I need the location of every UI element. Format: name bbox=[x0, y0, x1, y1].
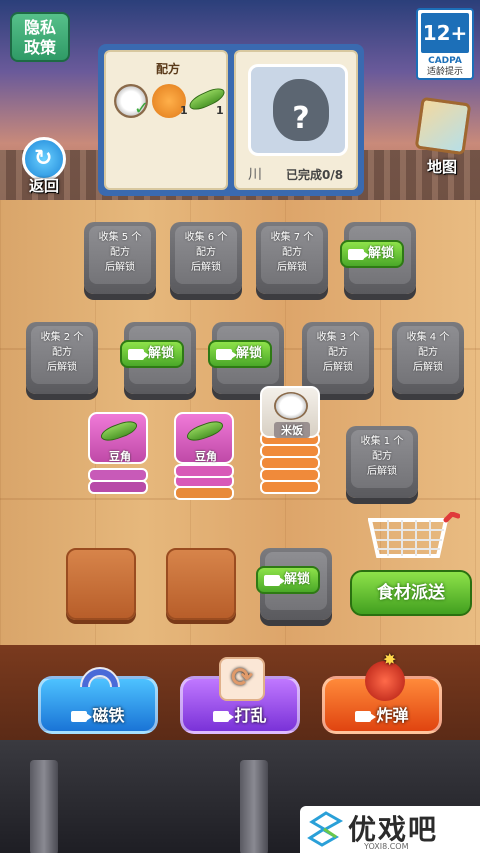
tile-label: 豆角 bbox=[109, 450, 131, 463]
table-leg bbox=[30, 760, 58, 853]
video-camera-icon bbox=[264, 574, 285, 586]
locked-slot-text: 收集 3 个 配方 后解锁 bbox=[316, 332, 360, 373]
unlock-video-button[interactable]: 解锁 bbox=[256, 566, 321, 594]
empty-wood-slot[interactable] bbox=[166, 548, 236, 620]
shuffle-icon: ⟳ bbox=[219, 657, 265, 701]
locked-slot: 收集 5 个 配方 后解锁 bbox=[84, 222, 156, 294]
pea-pod-icon bbox=[184, 417, 226, 445]
recipe-page: 配方 ✓ 1 1 bbox=[104, 50, 228, 190]
ingredient-qty: 1 bbox=[180, 104, 188, 117]
watermark: 优戏吧 YOXI8.COM bbox=[300, 806, 480, 853]
unlock-label: 解锁 bbox=[284, 572, 311, 587]
locked-slot: 收集 6 个 配方 后解锁 bbox=[170, 222, 242, 294]
rice-bowl-icon bbox=[274, 392, 308, 420]
shopping-cart-icon bbox=[368, 512, 460, 558]
recipe-book: 配方 ✓ 1 1 ? 川 已完成0/8 bbox=[98, 44, 364, 196]
video-camera-icon bbox=[71, 710, 93, 722]
locked-slot-text: 收集 2 个 配方 后解锁 bbox=[40, 332, 84, 373]
magnet-icon bbox=[80, 667, 120, 688]
locked-slot-text: 收集 6 个 配方 后解锁 bbox=[184, 232, 228, 273]
recipe-title: 配方 bbox=[155, 62, 180, 76]
age-rating: 12+ bbox=[421, 13, 469, 53]
mystery-dish-card: ? bbox=[248, 64, 348, 156]
magnet-label: 磁铁 bbox=[92, 706, 125, 725]
tile-stack[interactable]: 米饭 bbox=[260, 386, 320, 500]
video-camera-icon bbox=[355, 710, 377, 722]
privacy-policy-button[interactable]: 隐私 政策 bbox=[10, 12, 70, 62]
video-camera-icon bbox=[216, 348, 237, 360]
locked-slot-text: 收集 4 个 配方 后解锁 bbox=[406, 332, 450, 373]
age-rating-badge: 12+ CADPA 适龄提示 bbox=[416, 8, 474, 80]
progress-text: 已完成0/8 bbox=[286, 168, 344, 182]
tile-label: 米饭 bbox=[274, 422, 310, 438]
shuffle-label: 打乱 bbox=[234, 706, 267, 725]
table-leg bbox=[240, 760, 268, 853]
tile-label: 豆角 bbox=[195, 450, 217, 463]
video-camera-icon bbox=[213, 710, 235, 722]
ingredient-qty: 1 bbox=[216, 104, 224, 117]
unlock-label: 解锁 bbox=[148, 346, 175, 361]
pea-tile: 豆角 bbox=[174, 412, 234, 464]
locked-slot-text: 收集 7 个 配方 后解锁 bbox=[270, 232, 314, 273]
locked-slot: 收集 3 个 配方 后解锁 bbox=[302, 322, 374, 394]
video-camera-icon bbox=[348, 248, 369, 260]
unlock-video-button[interactable]: 解锁 bbox=[120, 340, 185, 368]
age-note: 适龄提示 bbox=[426, 67, 463, 77]
back-label: 返回 bbox=[28, 177, 59, 195]
unlock-video-button[interactable]: 解锁 bbox=[340, 240, 405, 268]
locked-slot: 收集 4 个 配方 后解锁 bbox=[392, 322, 464, 394]
spark-icon: ✸ bbox=[383, 650, 397, 669]
empty-wood-slot[interactable] bbox=[66, 548, 136, 620]
magnet-tool-button[interactable]: 磁铁 bbox=[38, 667, 158, 734]
shuffle-tool-button[interactable]: ⟳ 打乱 bbox=[180, 657, 300, 734]
mystery-dish-silhouette: ? bbox=[273, 79, 329, 141]
unlock-label: 解锁 bbox=[368, 246, 395, 261]
cuisine-mark: 川 bbox=[248, 167, 262, 183]
locked-slot-text: 收集 1 个 配方 后解锁 bbox=[360, 436, 404, 477]
locked-slot-text: 收集 5 个 配方 后解锁 bbox=[98, 232, 142, 273]
locked-slot: 收集 7 个 配方 后解锁 bbox=[256, 222, 328, 294]
tile-stack[interactable]: 豆角 bbox=[88, 410, 148, 500]
locked-slot: 收集 2 个 配方 后解锁 bbox=[26, 322, 98, 394]
bomb-label: 炸弹 bbox=[376, 706, 409, 725]
pea-pod-icon bbox=[98, 417, 140, 445]
recipe-target-page: ? 川 已完成0/8 bbox=[234, 50, 358, 190]
watermark-logo-icon bbox=[307, 811, 344, 847]
ingredient-delivery-button[interactable]: 食材派送 bbox=[350, 570, 472, 616]
locked-slot: 收集 1 个 配方 后解锁 bbox=[346, 426, 418, 498]
question-mark: ? bbox=[292, 101, 310, 136]
check-icon: ✓ bbox=[134, 98, 150, 119]
rice-tile: 米饭 bbox=[260, 386, 320, 438]
video-camera-icon bbox=[128, 348, 149, 360]
unlock-video-button[interactable]: 解锁 bbox=[208, 340, 273, 368]
pea-tile: 豆角 bbox=[88, 412, 148, 464]
unlock-label: 解锁 bbox=[236, 346, 263, 361]
tile-stack[interactable]: 豆角 bbox=[174, 410, 234, 506]
back-button[interactable]: ↻ 返回 bbox=[18, 137, 70, 195]
bomb-tool-button[interactable]: ✸ 炸弹 bbox=[322, 651, 442, 734]
map-button[interactable]: 地图 bbox=[412, 96, 472, 184]
watermark-url: YOXI8.COM bbox=[364, 842, 409, 851]
map-label: 地图 bbox=[426, 158, 457, 176]
age-org: CADPA bbox=[428, 56, 462, 66]
map-icon bbox=[414, 96, 472, 156]
